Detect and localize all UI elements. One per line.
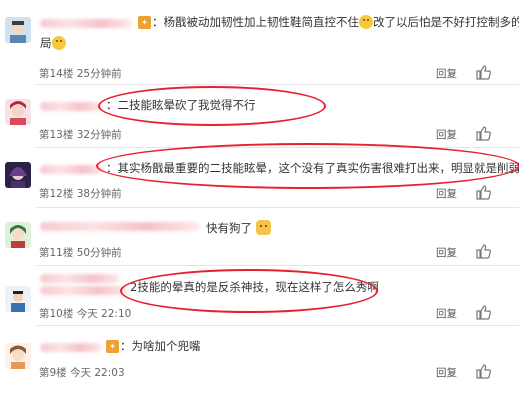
timestamp: 今天 22:03 bbox=[70, 367, 125, 379]
avatar[interactable] bbox=[5, 343, 31, 369]
avatar[interactable] bbox=[5, 222, 31, 248]
username-blurred-2 bbox=[40, 286, 128, 295]
comment-floor-11: 快有狗了 第11楼 50分钟前 回复 bbox=[0, 208, 519, 266]
comment-text: ：杨戬被动加韧性加上韧性鞋简直控不住 改了以后怕是不好打控制多的 bbox=[152, 15, 519, 29]
vip-badge: ✦ bbox=[106, 340, 119, 353]
comment-meta: 第13楼 32分钟前 bbox=[39, 127, 122, 142]
comment-text: 2技能的晕真的是反杀神技，现在这样了怎么秀啊 bbox=[130, 280, 379, 294]
comment-meta: 第11楼 50分钟前 bbox=[39, 245, 122, 260]
vip-badge: ✦ bbox=[138, 16, 151, 29]
reply-button[interactable]: 回复 bbox=[436, 245, 457, 260]
username-blurred[interactable] bbox=[40, 165, 104, 174]
comment-meta: 第9楼 今天 22:03 bbox=[39, 365, 125, 380]
floor-number: 第13楼 bbox=[39, 129, 74, 141]
comment-floor-10: 2技能的晕真的是反杀神技，现在这样了怎么秀啊 第10楼 今天 22:10 回复 bbox=[0, 266, 519, 326]
comment-floor-12: ：其实杨戬最重要的二技能眩晕，这个没有了真实伤害很难打出来，明显就是削弱了 第1… bbox=[0, 148, 519, 208]
thumbs-up-icon[interactable] bbox=[475, 304, 491, 320]
thumbs-up-icon[interactable] bbox=[475, 243, 491, 259]
emoji-icon bbox=[359, 15, 373, 29]
thumbs-up-icon[interactable] bbox=[475, 125, 491, 141]
timestamp: 50分钟前 bbox=[76, 247, 122, 259]
floor-number: 第11楼 bbox=[39, 247, 74, 259]
reply-button[interactable]: 回复 bbox=[436, 186, 457, 201]
dog-emoji-icon bbox=[255, 220, 271, 235]
floor-number: 第12楼 bbox=[39, 188, 74, 200]
avatar[interactable] bbox=[5, 99, 31, 125]
thumbs-up-icon[interactable] bbox=[475, 184, 491, 200]
comment-text: ：其实杨戬最重要的二技能眩晕，这个没有了真实伤害很难打出来，明显就是削弱了 bbox=[106, 161, 519, 175]
username-blurred[interactable] bbox=[40, 19, 132, 28]
username-blurred[interactable] bbox=[40, 274, 120, 283]
reply-button[interactable]: 回复 bbox=[436, 127, 457, 142]
username-blurred[interactable] bbox=[40, 343, 102, 352]
thumbs-up-icon[interactable] bbox=[475, 64, 491, 80]
comment-text: 快有狗了 bbox=[206, 220, 271, 237]
comment-floor-14: ✦ ：杨戬被动加韧性加上韧性鞋简直控不住 改了以后怕是不好打控制多的 局 第14楼… bbox=[0, 0, 519, 85]
timestamp: 38分钟前 bbox=[76, 188, 122, 200]
comment-text: ：二技能眩晕砍了我觉得不行 bbox=[106, 98, 256, 112]
comment-meta: 第14楼 25分钟前 bbox=[39, 66, 122, 81]
floor-number: 第14楼 bbox=[39, 68, 74, 80]
username-blurred[interactable] bbox=[40, 222, 200, 231]
timestamp: 今天 22:10 bbox=[76, 308, 132, 320]
comment-floor-9: ✦ ：为啥加个兜嘴 第9楼 今天 22:03 回复 bbox=[0, 326, 519, 400]
timestamp: 25分钟前 bbox=[76, 68, 122, 80]
comment-text-line2: 局 bbox=[40, 35, 66, 52]
reply-button[interactable]: 回复 bbox=[436, 66, 457, 81]
timestamp: 32分钟前 bbox=[76, 129, 122, 141]
reply-button[interactable]: 回复 bbox=[436, 365, 457, 380]
reply-button[interactable]: 回复 bbox=[436, 306, 457, 321]
emoji-icon bbox=[51, 36, 66, 50]
comment-meta: 第10楼 今天 22:10 bbox=[39, 306, 131, 321]
avatar[interactable] bbox=[5, 17, 31, 43]
username-blurred[interactable] bbox=[40, 102, 102, 111]
avatar[interactable] bbox=[5, 162, 31, 188]
comment-text: ：为啥加个兜嘴 bbox=[120, 339, 201, 353]
floor-number: 第9楼 bbox=[39, 367, 67, 379]
comment-meta: 第12楼 38分钟前 bbox=[39, 186, 122, 201]
comment-floor-13: ：二技能眩晕砍了我觉得不行 第13楼 32分钟前 回复 bbox=[0, 85, 519, 148]
thumbs-up-icon[interactable] bbox=[475, 363, 491, 379]
floor-number: 第10楼 bbox=[39, 308, 74, 320]
avatar[interactable] bbox=[5, 286, 31, 312]
